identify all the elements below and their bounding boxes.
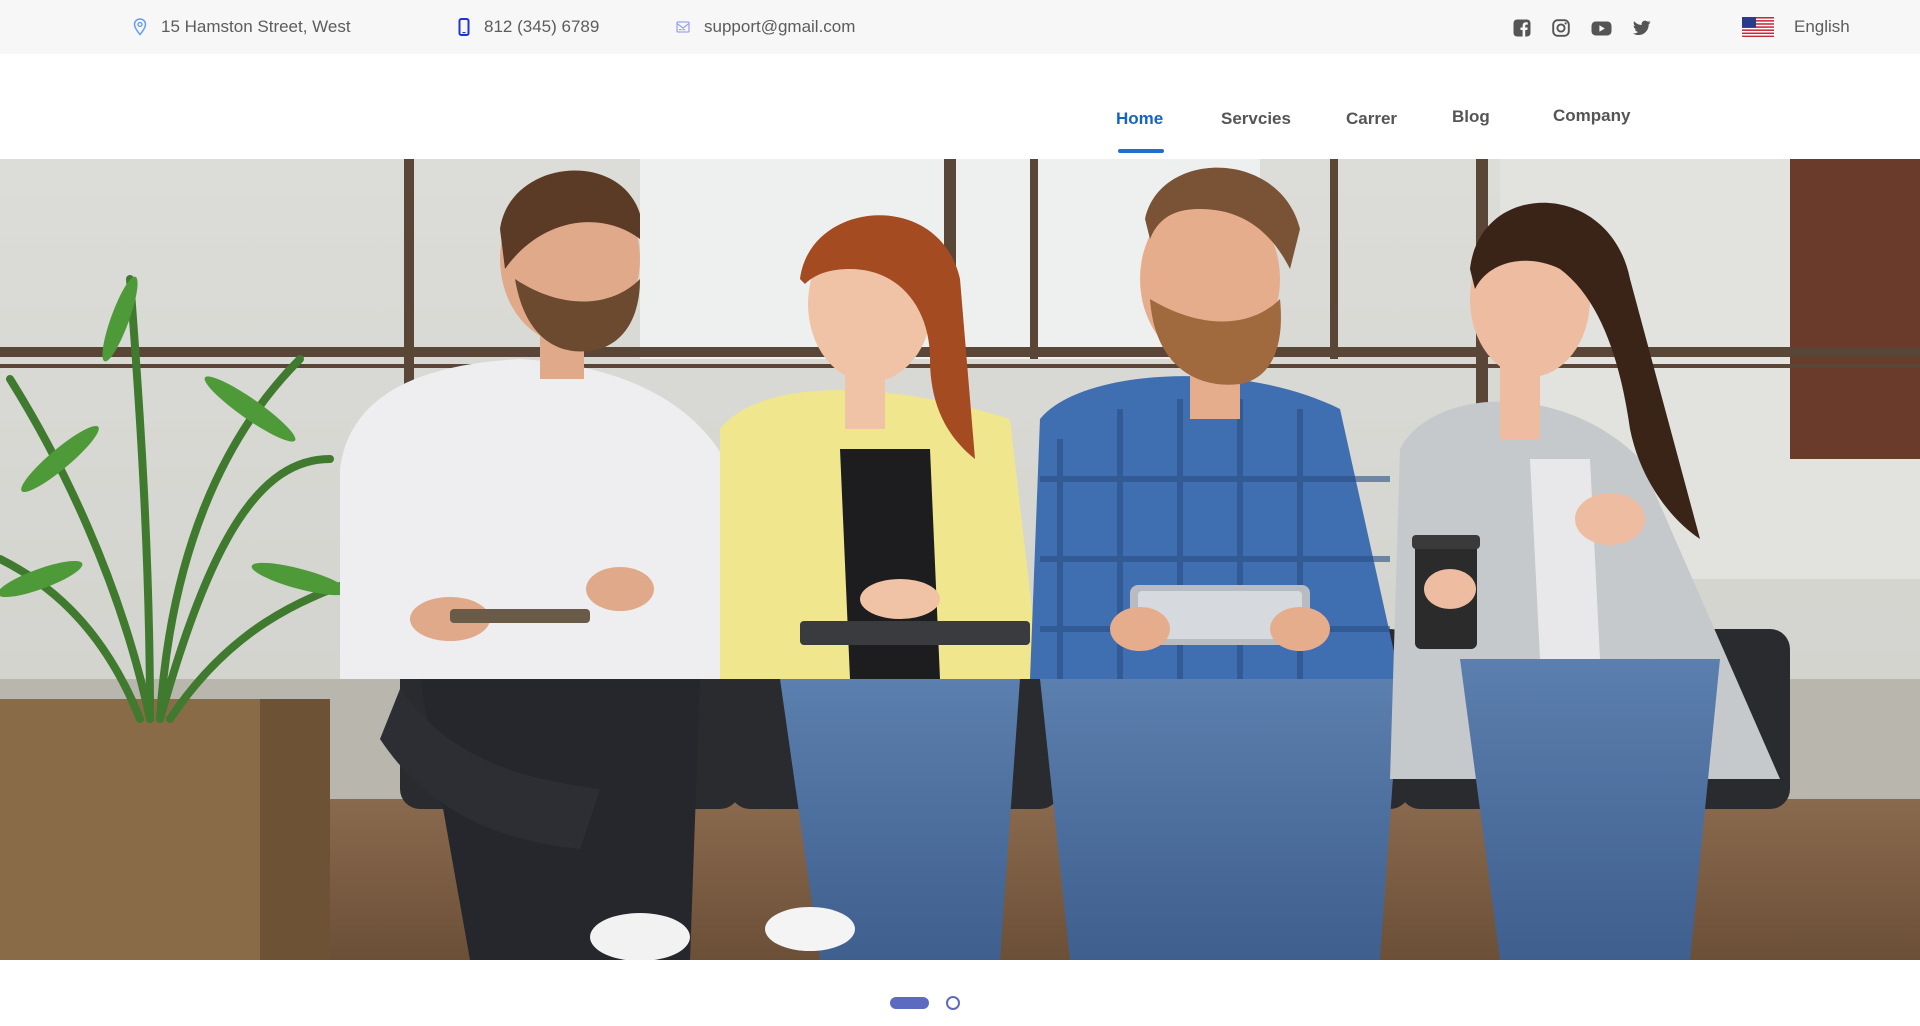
- hero-photo: [0, 159, 1920, 960]
- address-text: 15 Hamston Street, West: [161, 17, 351, 36]
- nav-career[interactable]: Carrer: [1346, 109, 1397, 129]
- nav-services[interactable]: Servcies: [1221, 109, 1291, 129]
- hero-banner: [0, 159, 1920, 960]
- instagram-icon[interactable]: [1551, 18, 1571, 38]
- phone-text: 812 (345) 6789: [484, 17, 600, 36]
- youtube-icon[interactable]: [1590, 18, 1612, 38]
- address-info: 15 Hamston Street, West: [133, 0, 351, 54]
- carousel-dot-2[interactable]: [946, 996, 960, 1010]
- mobile-phone-icon: [458, 18, 470, 36]
- nav-company[interactable]: Company: [1553, 106, 1630, 126]
- phone-info: 812 (345) 6789: [458, 0, 599, 54]
- carousel-indicators: [0, 996, 1920, 1010]
- facebook-icon[interactable]: [1512, 18, 1532, 38]
- nav-home[interactable]: Home: [1116, 109, 1163, 129]
- email-text: support@gmail.com: [704, 17, 856, 36]
- language-selector[interactable]: English: [1742, 0, 1850, 54]
- email-icon: [676, 20, 690, 34]
- email-info: support@gmail.com: [676, 0, 855, 54]
- twitter-icon[interactable]: [1632, 18, 1652, 38]
- top-info-bar: 15 Hamston Street, West 812 (345) 6789 s…: [0, 0, 1920, 54]
- nav-active-indicator: [1118, 149, 1164, 153]
- language-label: English: [1794, 17, 1850, 36]
- carousel-dot-1-active[interactable]: [890, 997, 929, 1009]
- nav-blog[interactable]: Blog: [1452, 107, 1490, 127]
- main-navigation: Home Servcies Carrer Blog Company: [0, 54, 1920, 159]
- us-flag-icon: [1742, 17, 1774, 37]
- location-pin-icon: [133, 18, 147, 36]
